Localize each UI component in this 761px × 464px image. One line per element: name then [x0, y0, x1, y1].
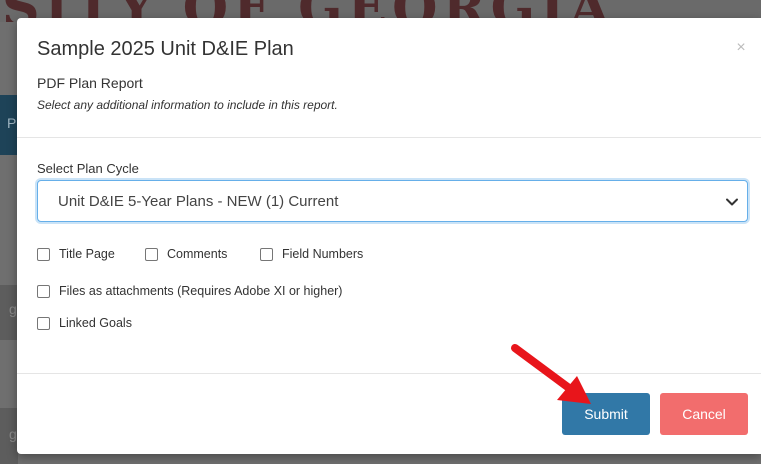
dialog-hint: Select any additional information to inc…	[37, 98, 338, 112]
background-row: g	[0, 285, 18, 340]
comments-label: Comments	[167, 247, 228, 261]
comments-checkbox[interactable]	[145, 248, 158, 261]
background-glyph: g	[9, 301, 17, 317]
field-numbers-checkbox[interactable]	[260, 248, 273, 261]
close-icon[interactable]: ×	[733, 40, 749, 56]
background-tab: P	[0, 95, 18, 155]
linked-goals-checkbox[interactable]	[37, 317, 50, 330]
title-page-label: Title Page	[59, 247, 115, 261]
background-glyph: P	[7, 115, 17, 131]
cancel-button[interactable]: Cancel	[660, 393, 748, 435]
field-numbers-label: Field Numbers	[282, 247, 364, 261]
plan-cycle-selected-value: Unit D&IE 5-Year Plans - NEW (1) Current	[58, 193, 339, 210]
dialog-header: Sample 2025 Unit D&IE Plan × PDF Plan Re…	[17, 18, 761, 138]
background-glyph: g	[9, 426, 17, 442]
background-row: g	[0, 408, 18, 464]
dialog-subtitle: PDF Plan Report	[37, 75, 143, 91]
pdf-report-dialog: Sample 2025 Unit D&IE Plan × PDF Plan Re…	[17, 18, 761, 454]
red-arrow-icon	[511, 344, 591, 404]
plan-cycle-label: Select Plan Cycle	[37, 161, 139, 176]
files-attachments-label: Files as attachments (Requires Adobe XI …	[59, 284, 343, 298]
chevron-down-icon	[726, 198, 738, 206]
plan-cycle-select[interactable]: Unit D&IE 5-Year Plans - NEW (1) Current	[37, 180, 748, 222]
files-attachments-checkbox[interactable]	[37, 285, 50, 298]
dialog-footer-divider	[17, 373, 761, 374]
linked-goals-label: Linked Goals	[59, 316, 132, 330]
dialog-title: Sample 2025 Unit D&IE Plan	[37, 38, 294, 60]
title-page-checkbox[interactable]	[37, 248, 50, 261]
